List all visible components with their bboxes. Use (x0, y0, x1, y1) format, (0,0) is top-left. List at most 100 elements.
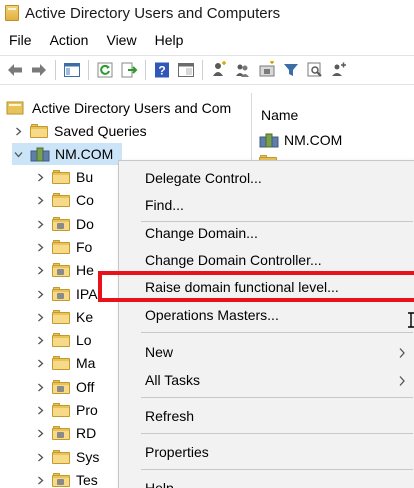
tree-item-label: Sys (76, 449, 100, 465)
tree-item-label: Off (76, 379, 95, 395)
tree-item-container[interactable]: Sys (34, 446, 99, 468)
toolbar: ? (0, 55, 414, 85)
submenu-arrow-icon (398, 374, 406, 386)
tree-item-domain[interactable]: NM.COM (12, 143, 122, 165)
tree-item-container[interactable]: Ke (34, 306, 93, 328)
folder-icon (52, 450, 70, 464)
tree-item-label: Lo (76, 332, 92, 348)
expand-chevron-icon[interactable] (34, 218, 46, 230)
menu-bar: File Action View Help (0, 28, 414, 52)
tree-item-container[interactable]: Co (34, 189, 94, 211)
tree-item-container[interactable]: Fo (34, 236, 92, 258)
filter-icon[interactable] (279, 59, 302, 81)
ou-folder-icon (52, 380, 70, 394)
expand-chevron-icon[interactable] (12, 125, 24, 137)
tree-item-container[interactable]: Lo (34, 329, 92, 351)
tree-item-container[interactable]: He (34, 259, 94, 281)
toolbar-separator (202, 60, 203, 80)
tree-root-label: Active Directory Users and Com (32, 100, 232, 116)
toolbar-separator (55, 60, 56, 80)
help-icon[interactable]: ? (150, 59, 173, 81)
expand-chevron-icon[interactable] (34, 404, 46, 416)
folder-icon (52, 240, 70, 254)
menu-file[interactable]: File (0, 32, 41, 48)
expand-chevron-icon[interactable] (34, 474, 46, 486)
ou-folder-icon (52, 473, 70, 487)
expand-chevron-icon[interactable] (34, 194, 46, 206)
tree-item-container[interactable]: Tes (34, 469, 98, 488)
expand-chevron-icon[interactable] (34, 288, 46, 300)
app-icon (5, 5, 19, 21)
collapse-chevron-icon[interactable] (12, 148, 24, 160)
folder-icon (52, 193, 70, 207)
properties-icon[interactable] (174, 59, 197, 81)
create-ou-icon[interactable] (255, 59, 278, 81)
menu-help[interactable]: Help (146, 32, 193, 48)
ou-folder-icon (52, 217, 70, 231)
domain-icon (30, 147, 50, 162)
column-header-name[interactable]: Name (252, 93, 414, 129)
menu-action[interactable]: Action (41, 32, 98, 48)
tree-item-label: Co (76, 192, 94, 208)
folder-icon (30, 124, 48, 138)
folder-icon (52, 170, 70, 184)
expand-chevron-icon[interactable] (34, 264, 46, 276)
menu-item-raise-domain-functional-level[interactable]: Raise domain functional level... (120, 275, 414, 299)
tree-item-container[interactable]: Bu (34, 166, 93, 188)
tree-item-label: RD (76, 425, 97, 441)
find-icon[interactable] (303, 59, 326, 81)
list-item-label: NM.COM (284, 132, 343, 148)
expand-chevron-icon[interactable] (34, 334, 46, 346)
menu-item-delegate-control[interactable]: Delegate Control... (120, 166, 414, 190)
menu-item-operations-masters[interactable]: Operations Masters... (120, 303, 414, 327)
refresh-icon[interactable] (93, 59, 116, 81)
folder-icon (52, 310, 70, 324)
tree-item-label: Fo (76, 239, 93, 255)
tree-item-label: NM.COM (55, 146, 114, 162)
show-hide-console-tree-icon[interactable] (60, 59, 83, 81)
domain-icon (259, 133, 279, 148)
expand-chevron-icon[interactable] (34, 241, 46, 253)
tree-item-container[interactable]: Do (34, 213, 94, 235)
tree-root[interactable]: Active Directory Users and Com (6, 97, 231, 119)
menu-separator (141, 469, 413, 470)
tree-item-container[interactable]: Off (34, 376, 94, 398)
text-cursor-icon (408, 312, 414, 328)
menu-view[interactable]: View (97, 32, 145, 48)
expand-chevron-icon[interactable] (34, 171, 46, 183)
menu-item-all-tasks[interactable]: All Tasks (120, 368, 414, 392)
menu-item-properties[interactable]: Properties (120, 440, 414, 464)
menu-item-help[interactable]: Help (120, 476, 414, 488)
create-group-icon[interactable] (231, 59, 254, 81)
window-title: Active Directory Users and Computers (25, 4, 281, 22)
expand-chevron-icon[interactable] (34, 357, 46, 369)
export-list-icon[interactable] (117, 59, 140, 81)
expand-chevron-icon[interactable] (34, 451, 46, 463)
menu-item-change-domain-controller[interactable]: Change Domain Controller... (120, 248, 414, 272)
forward-arrow-icon[interactable] (27, 59, 50, 81)
menu-item-change-domain[interactable]: Change Domain... (120, 221, 414, 245)
expand-chevron-icon[interactable] (34, 427, 46, 439)
submenu-arrow-icon (398, 346, 406, 358)
list-item[interactable]: NM.COM (259, 129, 342, 151)
create-user-icon[interactable] (207, 59, 230, 81)
menu-item-find[interactable]: Find... (120, 193, 414, 217)
folder-icon (52, 333, 70, 347)
menu-item-new[interactable]: New (120, 340, 414, 364)
menu-item-refresh[interactable]: Refresh (120, 404, 414, 428)
tree-item-saved-queries[interactable]: Saved Queries (12, 120, 147, 142)
menu-item-label: All Tasks (145, 372, 200, 388)
tree-item-label: Bu (76, 169, 94, 185)
column-header-label: Name (261, 107, 299, 123)
tree-item-container[interactable]: IPA (34, 283, 98, 305)
tree-item-container[interactable]: Pro (34, 399, 98, 421)
add-to-group-icon[interactable] (327, 59, 350, 81)
back-arrow-icon[interactable] (3, 59, 26, 81)
ou-folder-icon (52, 287, 70, 301)
menu-item-label: New (145, 344, 174, 360)
tree-item-container[interactable]: RD (34, 422, 96, 444)
toolbar-separator (88, 60, 89, 80)
expand-chevron-icon[interactable] (34, 311, 46, 323)
tree-item-container[interactable]: Ma (34, 352, 95, 374)
expand-chevron-icon[interactable] (34, 381, 46, 393)
